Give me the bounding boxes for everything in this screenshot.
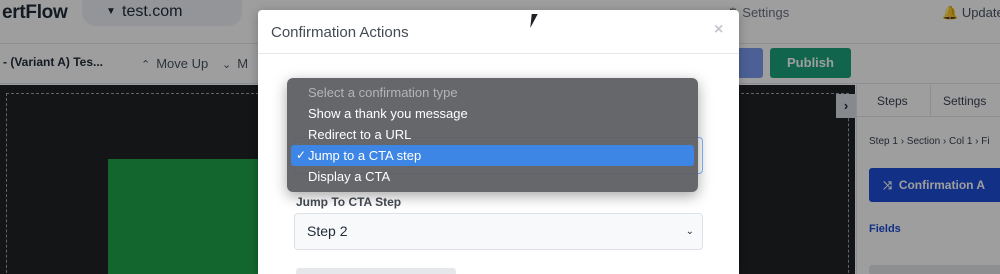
modal-header: Confirmation Actions × (258, 10, 739, 54)
dropdown-option-display-cta[interactable]: Display a CTA (291, 166, 694, 187)
next-field-label (296, 268, 456, 274)
dropdown-option-label: Select a confirmation type (308, 85, 458, 100)
jump-to-cta-step-value: Step 2 (307, 223, 348, 239)
dropdown-option-label: Jump to a CTA step (308, 148, 422, 163)
dropdown-option-placeholder: Select a confirmation type (291, 82, 694, 103)
dropdown-option-jump-cta-step[interactable]: ✓ Jump to a CTA step (291, 145, 694, 166)
modal-title: Confirmation Actions (271, 24, 409, 41)
confirmation-type-dropdown-list: Select a confirmation type Show a thank … (287, 78, 698, 192)
close-icon[interactable]: × (714, 21, 723, 39)
dropdown-option-redirect-url[interactable]: Redirect to a URL (291, 124, 694, 145)
dropdown-option-label: Show a thank you message (308, 106, 468, 121)
dropdown-option-label: Redirect to a URL (308, 127, 412, 142)
checkmark-icon: ✓ (296, 148, 307, 162)
dropdown-option-label: Display a CTA (308, 169, 391, 184)
chevron-down-icon: ⌄ (685, 226, 694, 237)
jump-to-cta-step-select[interactable]: Step 2 ⌄ (294, 213, 703, 250)
dropdown-option-thank-you[interactable]: Show a thank you message (291, 103, 694, 124)
mouse-cursor-icon (530, 14, 544, 28)
jump-to-cta-step-label: Jump To CTA Step (296, 195, 402, 209)
